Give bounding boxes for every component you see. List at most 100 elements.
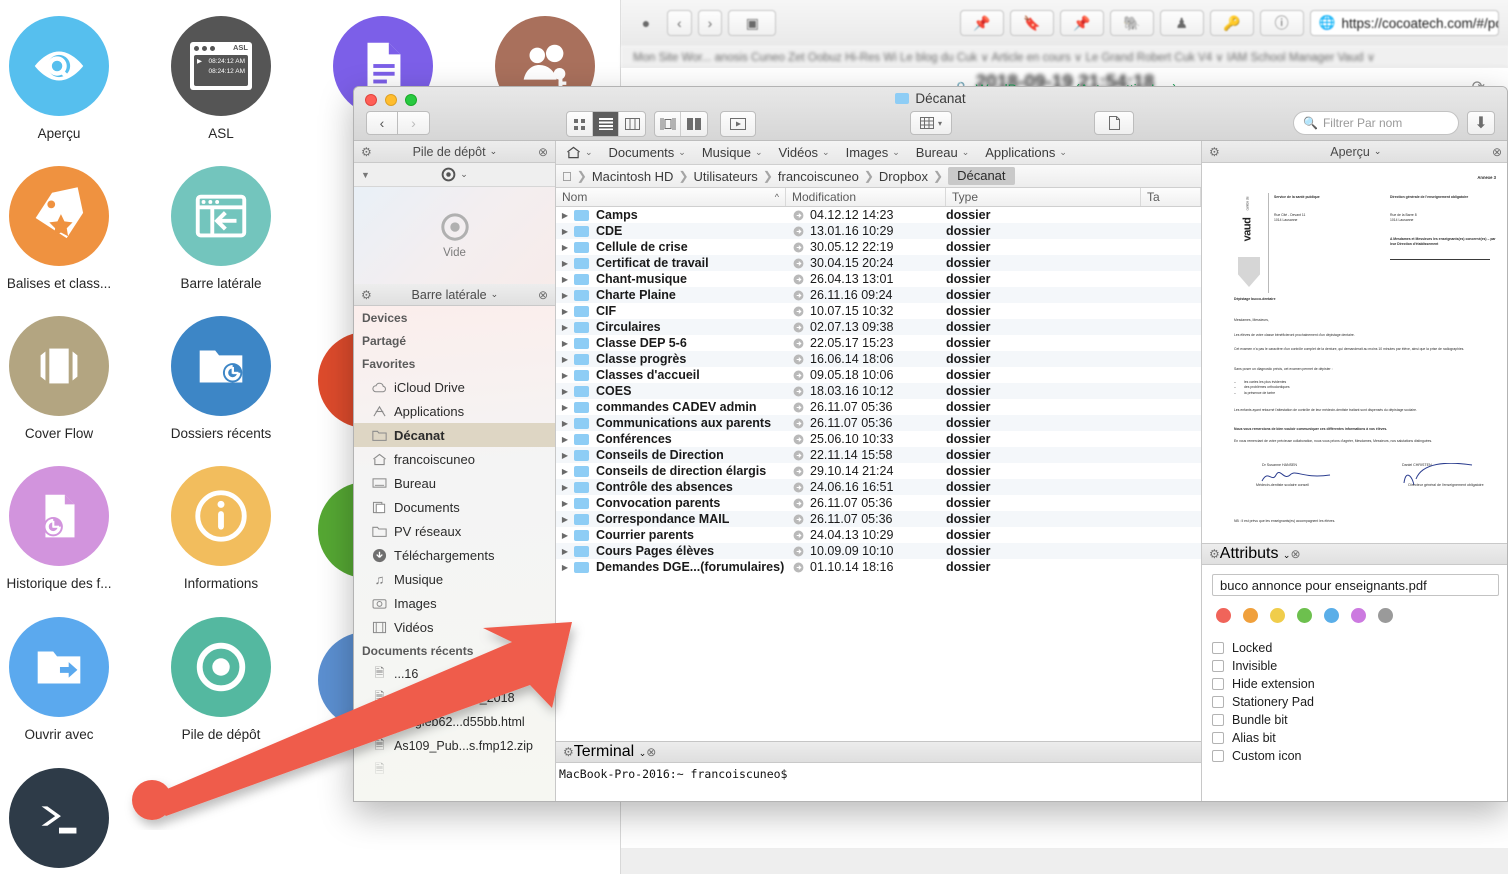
reveal-arrow-icon[interactable] <box>786 482 810 493</box>
sidebar-recent-doc-4[interactable]: 🗎 As109_Pub...s.fmp12.zip <box>354 734 555 758</box>
reveal-arrow-icon[interactable] <box>786 226 810 237</box>
disclosure-triangle-icon[interactable]: ▶ <box>556 243 574 252</box>
disclosure-triangle-icon[interactable]: ▶ <box>556 291 574 300</box>
disclosure-triangle-icon[interactable]: ▶ <box>556 515 574 524</box>
table-row[interactable]: ▶ Convocation parents 26.11.07 05:36 dossie… <box>556 495 1201 511</box>
evernote-icon[interactable]: 🐘 <box>1109 10 1154 36</box>
places-images[interactable]: Images ⌄ <box>846 145 900 160</box>
table-row[interactable]: ▶ Cellule de crise 30.05.12 22:19 dossier <box>556 239 1201 255</box>
tag-swatch-4[interactable] <box>1324 608 1339 623</box>
preview-pane[interactable]: Annexe 3 vaud canton de Service de la sa… <box>1202 163 1507 543</box>
disclosure-triangle-icon[interactable]: ▶ <box>556 355 574 364</box>
disclosure-triangle-icon[interactable]: ▶ <box>556 371 574 380</box>
bookmarks-bar[interactable]: Mon Site Wor... anosis Cuneo Zet Oobuz H… <box>621 46 1508 68</box>
info-circle-icon[interactable]: ⓘ <box>1259 10 1304 36</box>
drop-stack-subheader[interactable]: ▼ ⌄ <box>354 163 555 187</box>
forward-button[interactable]: › <box>398 111 430 135</box>
disclosure-triangle-icon[interactable]: ▶ <box>556 419 574 428</box>
pushpin-icon[interactable]: 📌 <box>1059 10 1104 36</box>
attribute-checkbox-row[interactable]: Locked <box>1212 639 1499 657</box>
reveal-arrow-icon[interactable] <box>786 466 810 477</box>
gear-icon[interactable]: ⚙ <box>1209 145 1220 159</box>
disclosure-triangle-icon[interactable]: ▶ <box>556 451 574 460</box>
places-bureau[interactable]: Bureau ⌄ <box>916 145 969 160</box>
table-row[interactable]: ▶ Contrôle des absences 24.06.16 16:51 doss… <box>556 479 1201 495</box>
tag-color-swatches[interactable] <box>1216 608 1499 623</box>
disclosure-triangle-icon[interactable]: ▶ <box>556 483 574 492</box>
back-icon[interactable]: ‹ <box>667 10 692 36</box>
bookmark-icon[interactable]: 🔖 <box>1009 10 1054 36</box>
sidebar-toggle-icon[interactable]: ▣ <box>728 10 777 36</box>
new-document-icon[interactable] <box>1094 111 1134 135</box>
disclosure-triangle-icon[interactable]: ▶ <box>556 467 574 476</box>
table-row[interactable]: ▶ commandes CADEV admin 26.11.07 05:36 doss… <box>556 399 1201 415</box>
column-view-button[interactable] <box>619 112 645 136</box>
gear-icon[interactable]: ⚙ <box>563 745 574 759</box>
reveal-arrow-icon[interactable] <box>786 242 810 253</box>
sidebar-item-documents[interactable]: Documents <box>354 495 555 519</box>
reveal-arrow-icon[interactable] <box>786 290 810 301</box>
table-row[interactable]: ▶ Conseils de direction élargis 29.10.14 2… <box>556 463 1201 479</box>
disclosure-triangle-icon[interactable]: ▶ <box>556 531 574 540</box>
reveal-arrow-icon[interactable] <box>786 514 810 525</box>
disclosure-triangle-icon[interactable]: ▶ <box>556 339 574 348</box>
sidebar-item-bureau[interactable]: Bureau <box>354 471 555 495</box>
icon-item-ouvrir-avec[interactable]: Ouvrir avec <box>0 617 140 742</box>
terminal-title[interactable]: Terminal ⌄ <box>574 743 646 761</box>
sidebar-item-images[interactable]: Images <box>354 591 555 615</box>
table-row[interactable]: ▶ Conférences 25.06.10 10:33 dossier <box>556 431 1201 447</box>
breadcrumb[interactable]: ❯ Macintosh HD❯ Utilisateurs❯ francoisc… <box>556 165 1201 188</box>
search-input[interactable]: 🔍 Filtrer Par nom <box>1293 111 1459 135</box>
pane-mode-segmented[interactable] <box>654 111 708 137</box>
sidebar-item-telechargements[interactable]: Téléchargements <box>354 543 555 567</box>
checkbox[interactable] <box>1212 696 1224 708</box>
table-row[interactable]: ▶ Cours Pages élèves 10.09.09 10:10 dossier <box>556 543 1201 559</box>
sidebar-item-musique[interactable]: ♫ Musique <box>354 567 555 591</box>
places-bar[interactable]: ⌄ Documents ⌄ Musique ⌄ Vidéos ⌄ Images ⌄ Bu… <box>556 141 1201 165</box>
back-button[interactable]: ‹ <box>366 111 398 135</box>
sidebar-recent-doc-5[interactable]: 🗎 <box>354 758 555 782</box>
breadcrumb-item-1[interactable]: Utilisateurs ❯ <box>694 169 778 184</box>
download-icon[interactable]: ⬇ <box>1467 111 1495 135</box>
column-header-taille[interactable]: Ta <box>1141 188 1201 206</box>
attribute-checkbox-row[interactable]: Stationery Pad <box>1212 693 1499 711</box>
table-row[interactable]: ▶ Demandes DGE...(forumulaires) 01.10.14 1… <box>556 559 1201 575</box>
disclosure-triangle-icon[interactable]: ▶ <box>556 227 574 236</box>
checkbox[interactable] <box>1212 660 1224 672</box>
disclosure-triangle-icon[interactable]: ▶ <box>556 563 574 572</box>
table-row[interactable]: ▶ Classes d'accueil 09.05.18 10:06 dossier <box>556 367 1201 383</box>
table-row[interactable]: ▶ Correspondance MAIL 26.11.07 05:36 dossie… <box>556 511 1201 527</box>
preview-pane-button[interactable] <box>655 112 681 136</box>
reveal-arrow-icon[interactable] <box>786 274 810 285</box>
column-header-nom[interactable]: Nom ^ <box>556 188 786 206</box>
table-row[interactable]: ▶ Charte Plaine 26.11.16 09:24 dossier <box>556 287 1201 303</box>
filename-field[interactable]: buco annonce pour enseignants.pdf <box>1212 574 1499 596</box>
sidebar-title[interactable]: Barre latérale ⌄ <box>372 288 538 302</box>
reveal-arrow-icon[interactable] <box>786 306 810 317</box>
disclosure-triangle-icon[interactable]: ▶ <box>556 435 574 444</box>
breadcrumb-item-2[interactable]: francoiscuneo ❯ <box>778 169 879 184</box>
nav-buttons[interactable]: ‹ › <box>366 111 430 135</box>
file-list[interactable]: ▶ Camps 04.12.12 14:23 dossier ▶ CDE 13.01.16 … <box>556 207 1201 780</box>
close-icon[interactable]: ⊗ <box>538 145 548 159</box>
icon-item-terminal[interactable]: Terminal <box>0 768 140 874</box>
disclosure-triangle-icon[interactable]: ▶ <box>556 275 574 284</box>
icon-item-cover-flow[interactable]: Cover Flow <box>0 316 140 441</box>
forward-icon[interactable]: › <box>697 10 723 36</box>
sidebar-recent-doc-1[interactable]: 🗎 ...16 <box>354 662 555 686</box>
checkbox[interactable] <box>1212 750 1224 762</box>
tag-swatch-5[interactable] <box>1351 608 1366 623</box>
icon-item-asl[interactable]: ASL ▶ 08:24:12 AM 08:24:12 AM ASL <box>140 16 302 141</box>
slideshow-button[interactable] <box>721 112 755 136</box>
sidebar-item-pv-reseaux[interactable]: PV réseaux <box>354 519 555 543</box>
places-documents[interactable]: Documents ⌄ <box>609 145 686 160</box>
slideshow-segmented[interactable] <box>720 111 756 137</box>
icon-item-balises[interactable]: Balises et class... <box>0 166 140 291</box>
disclosure-triangle-icon[interactable]: ▼ <box>361 170 370 180</box>
table-row[interactable]: ▶ Conseils de Direction 22.11.14 15:58 doss… <box>556 447 1201 463</box>
dual-pane-button[interactable] <box>681 112 707 136</box>
table-row[interactable]: ▶ Classe progrès 16.06.14 18:06 dossier <box>556 351 1201 367</box>
icon-view-button[interactable] <box>567 112 593 136</box>
disclosure-triangle-icon[interactable]: ▶ <box>556 387 574 396</box>
disclosure-triangle-icon[interactable]: ▶ <box>556 211 574 220</box>
